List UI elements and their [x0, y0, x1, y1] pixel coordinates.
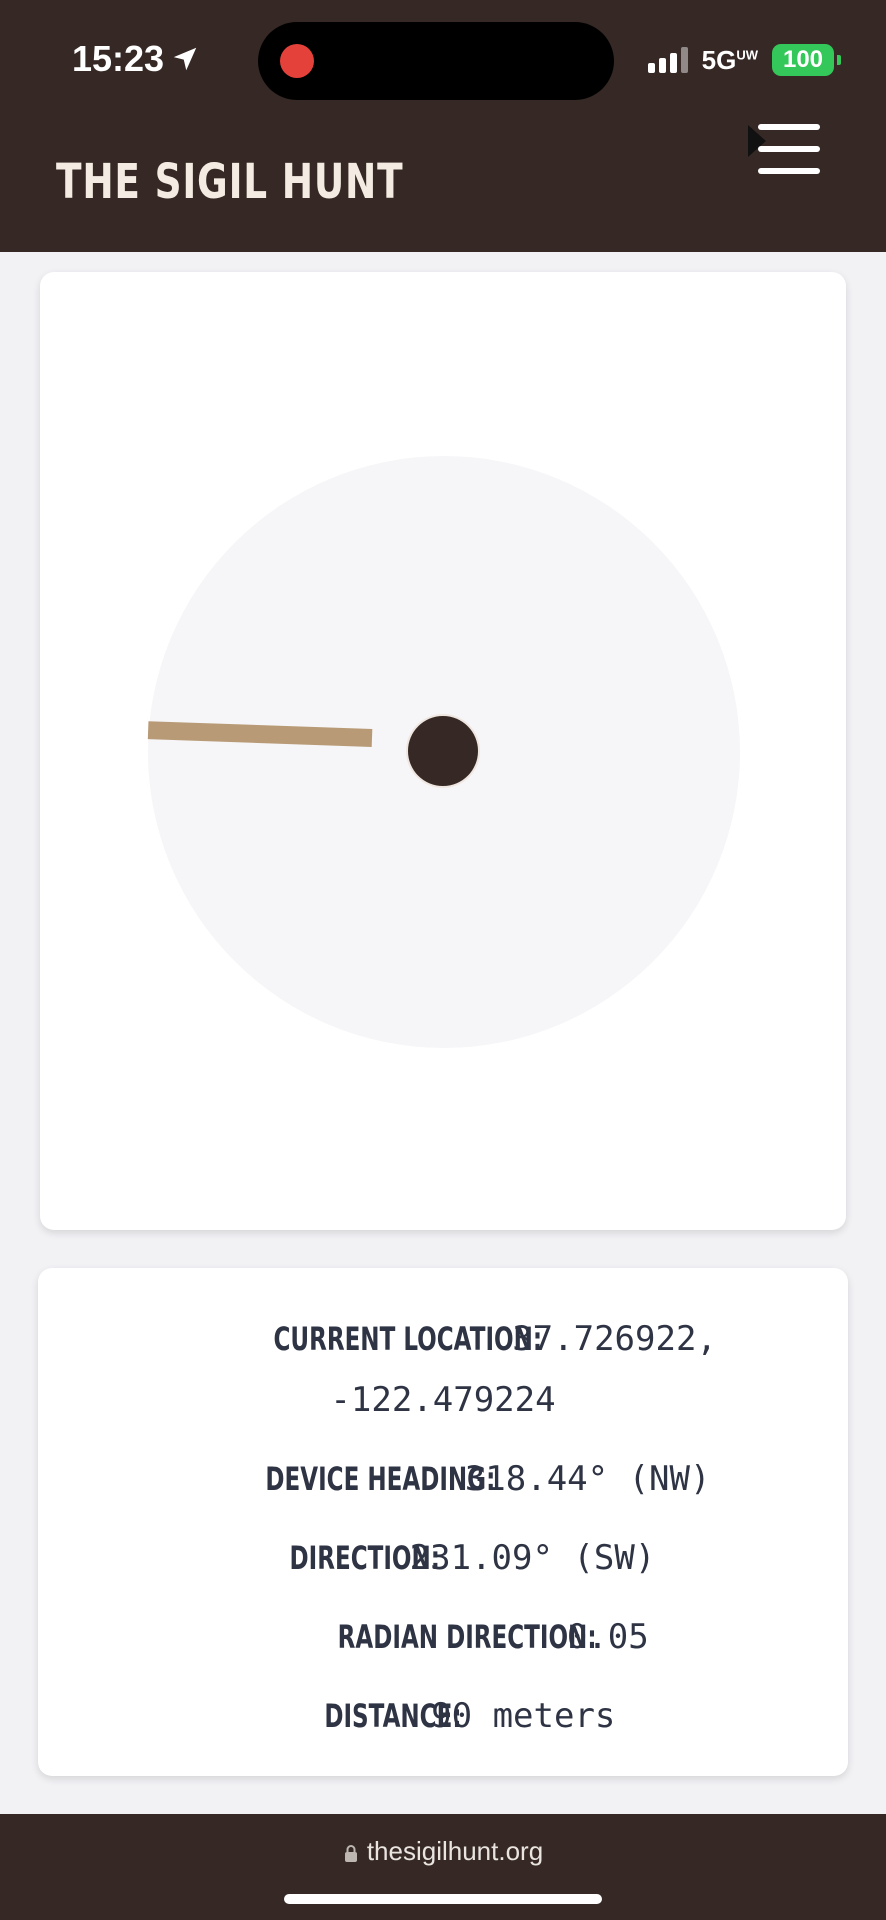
status-indicators: 5GUW 100	[647, 44, 841, 76]
url-text: thesigilhunt.org	[366, 1836, 544, 1866]
lock-icon	[344, 1845, 357, 1862]
hamburger-bar	[758, 168, 820, 174]
app-header: 15:23 5GUW 100 THE SIGIL HUNT	[0, 0, 886, 252]
network-type: 5GUW	[702, 45, 758, 76]
status-time: 15:23	[72, 38, 200, 80]
current-location-label: CURRENT LOCATION:	[273, 1320, 543, 1358]
device-heading-row: DEVICE HEADING: 318.44° (NW)	[38, 1448, 848, 1509]
device-heading-label: DEVICE HEADING:	[264, 1460, 495, 1498]
direction-label: DIRECTION:	[289, 1539, 440, 1577]
hamburger-bar	[758, 146, 820, 152]
direction-row: DIRECTION: 231.09° (SW)	[38, 1527, 848, 1588]
current-location-lat: 37.726922,	[512, 1319, 717, 1359]
radian-direction-label: RADIAN DIRECTION:	[337, 1618, 597, 1656]
menu-button[interactable]	[748, 120, 822, 180]
recording-indicator-icon	[280, 44, 314, 78]
current-location-row: CURRENT LOCATION: 37.726922, -122.479224	[38, 1308, 848, 1430]
network-sup-label: UW	[736, 46, 758, 62]
site-title[interactable]: THE SIGIL HUNT	[56, 154, 403, 210]
home-indicator[interactable]	[284, 1894, 602, 1904]
device-heading-value: 318.44° (NW)	[464, 1459, 711, 1499]
radian-direction-row: RADIAN DIRECTION: 0.05	[38, 1606, 848, 1667]
distance-label: DISTANCE:	[323, 1697, 462, 1735]
status-time-text: 15:23	[72, 38, 165, 79]
current-location-lon: -122.479224	[330, 1380, 556, 1420]
dynamic-island	[258, 22, 614, 100]
battery-icon: 100	[772, 44, 841, 76]
cellular-signal-icon	[647, 47, 688, 73]
location-arrow-icon	[173, 47, 197, 71]
network-label: 5G	[701, 44, 737, 75]
battery-level: 100	[782, 46, 824, 73]
browser-bar: thesigilhunt.org	[0, 1814, 886, 1920]
hamburger-icon	[758, 124, 820, 130]
location-info-card: CURRENT LOCATION: 37.726922, -122.479224…	[38, 1268, 848, 1776]
compass-center-hub	[408, 716, 478, 786]
distance-row: DISTANCE: 90 meters	[38, 1685, 848, 1746]
direction-value: 231.09° (SW)	[409, 1538, 656, 1578]
address-bar[interactable]: thesigilhunt.org	[0, 1836, 886, 1867]
